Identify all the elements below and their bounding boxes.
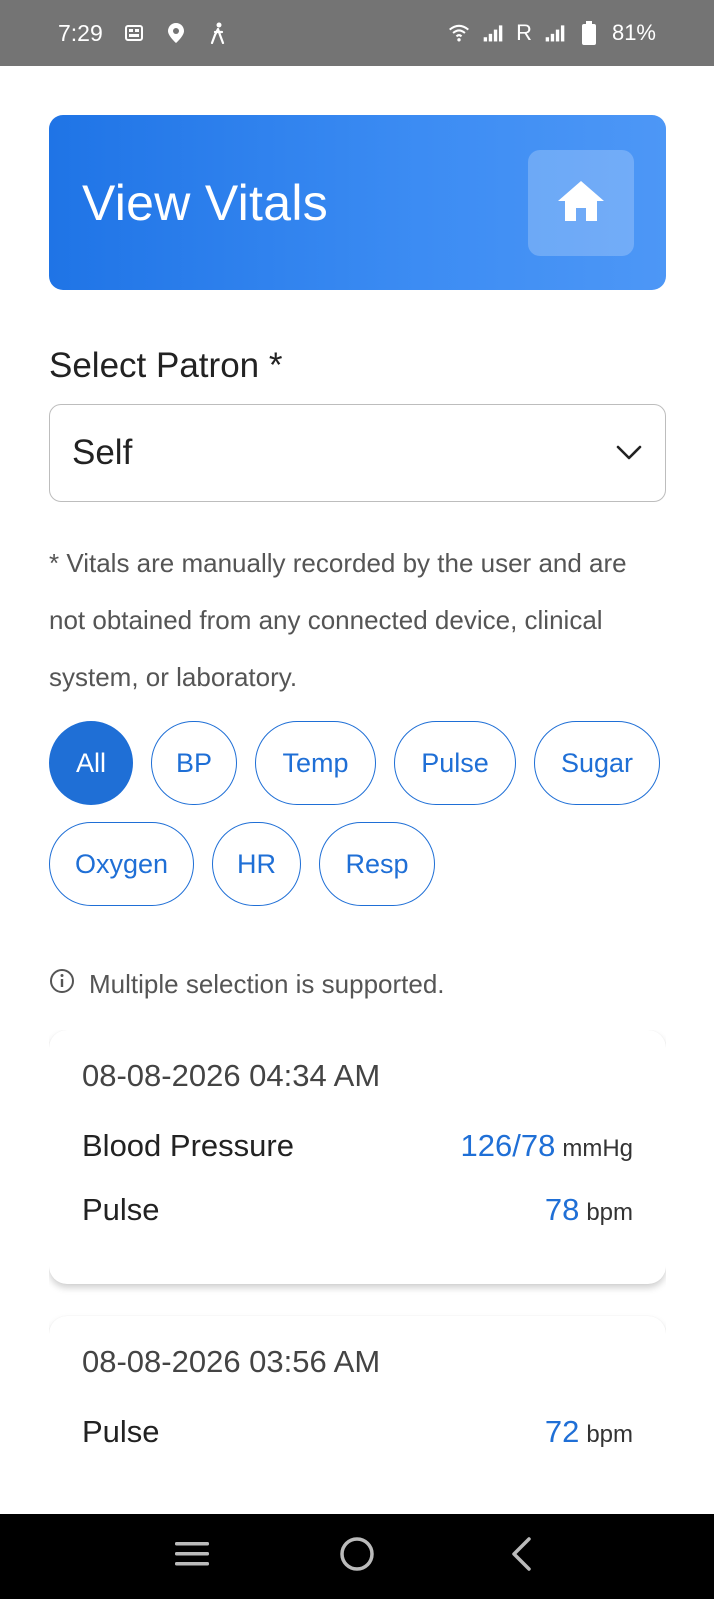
- vitals-records-list: 08-08-2026 04:34 AM Blood Pressure 126/7…: [49, 1030, 666, 1466]
- record-value-unit: mmHg: [562, 1135, 633, 1162]
- home-nav-button[interactable]: [327, 1527, 387, 1587]
- roaming-indicator: R: [516, 20, 532, 45]
- walking-icon: [207, 22, 229, 44]
- app-notification-icon: [123, 22, 145, 44]
- location-icon: [165, 22, 187, 44]
- status-bar: 7:29 R 81%: [0, 0, 714, 66]
- home-button[interactable]: [528, 150, 634, 256]
- record-value-unit: bpm: [586, 1199, 633, 1226]
- chip-sugar[interactable]: Sugar: [534, 721, 660, 805]
- wifi-icon: [448, 22, 470, 44]
- status-time: 7:29: [58, 19, 103, 46]
- signal-icon-2: [544, 22, 566, 44]
- record-value-number: 126/78: [460, 1128, 556, 1163]
- record-date: 08-08-2026 03:56 AM: [82, 1344, 381, 1379]
- record-row-value: 78 bpm: [545, 1192, 633, 1228]
- chip-bp[interactable]: BP: [151, 721, 237, 805]
- vital-record-card[interactable]: 08-08-2026 04:34 AM Blood Pressure 126/7…: [49, 1030, 666, 1284]
- select-patron-label: Select Patron *: [49, 346, 283, 385]
- system-nav-bar: [0, 1514, 714, 1599]
- record-row-value: 126/78 mmHg: [461, 1128, 634, 1164]
- multi-select-hint-text: Multiple selection is supported.: [89, 969, 445, 999]
- record-row-label: Blood Pressure: [82, 1128, 294, 1163]
- chip-all[interactable]: All: [49, 721, 133, 805]
- circle-home-icon: [338, 1535, 376, 1578]
- record-row-label: Pulse: [82, 1192, 160, 1227]
- battery-level: 81%: [611, 20, 656, 45]
- record-value-number: 72: [544, 1414, 580, 1449]
- patron-select[interactable]: Self: [49, 404, 666, 502]
- home-icon: [556, 179, 606, 228]
- chip-resp[interactable]: Resp: [319, 822, 435, 906]
- back-button[interactable]: [492, 1527, 552, 1587]
- chip-oxygen[interactable]: Oxygen: [49, 822, 194, 906]
- record-value-number: 78: [544, 1192, 580, 1227]
- recent-apps-button[interactable]: [162, 1527, 222, 1587]
- disclaimer-text: * Vitals are manually recorded by the us…: [49, 548, 627, 692]
- menu-icon: [173, 1539, 211, 1574]
- record-row: Pulse 78 bpm: [82, 1192, 633, 1256]
- battery-icon: [578, 21, 600, 45]
- page-title: View Vitals: [82, 174, 329, 231]
- record-row: Pulse 72 bpm: [82, 1414, 633, 1466]
- patron-select-value: Self: [72, 433, 133, 472]
- chip-temp[interactable]: Temp: [255, 721, 376, 805]
- multi-select-hint: Multiple selection is supported.: [49, 968, 445, 1001]
- back-chevron-icon: [509, 1536, 535, 1577]
- record-row-label: Pulse: [82, 1414, 160, 1449]
- chip-hr[interactable]: HR: [212, 822, 301, 906]
- header-card: View Vitals: [49, 115, 666, 290]
- record-value-unit: bpm: [586, 1421, 633, 1448]
- signal-icon: [482, 22, 504, 44]
- record-date: 08-08-2026 04:34 AM: [82, 1058, 381, 1093]
- record-row: Blood Pressure 126/78 mmHg: [82, 1128, 633, 1192]
- record-row-value: 72 bpm: [545, 1414, 633, 1450]
- vital-record-card[interactable]: 08-08-2026 03:56 AM Pulse 72 bpm: [49, 1316, 666, 1466]
- vital-filter-chips: All BP Temp Pulse Sugar Oxygen HR Resp: [49, 721, 679, 906]
- chevron-down-icon: [615, 444, 643, 462]
- info-icon: [49, 968, 75, 1001]
- chip-pulse[interactable]: Pulse: [394, 721, 516, 805]
